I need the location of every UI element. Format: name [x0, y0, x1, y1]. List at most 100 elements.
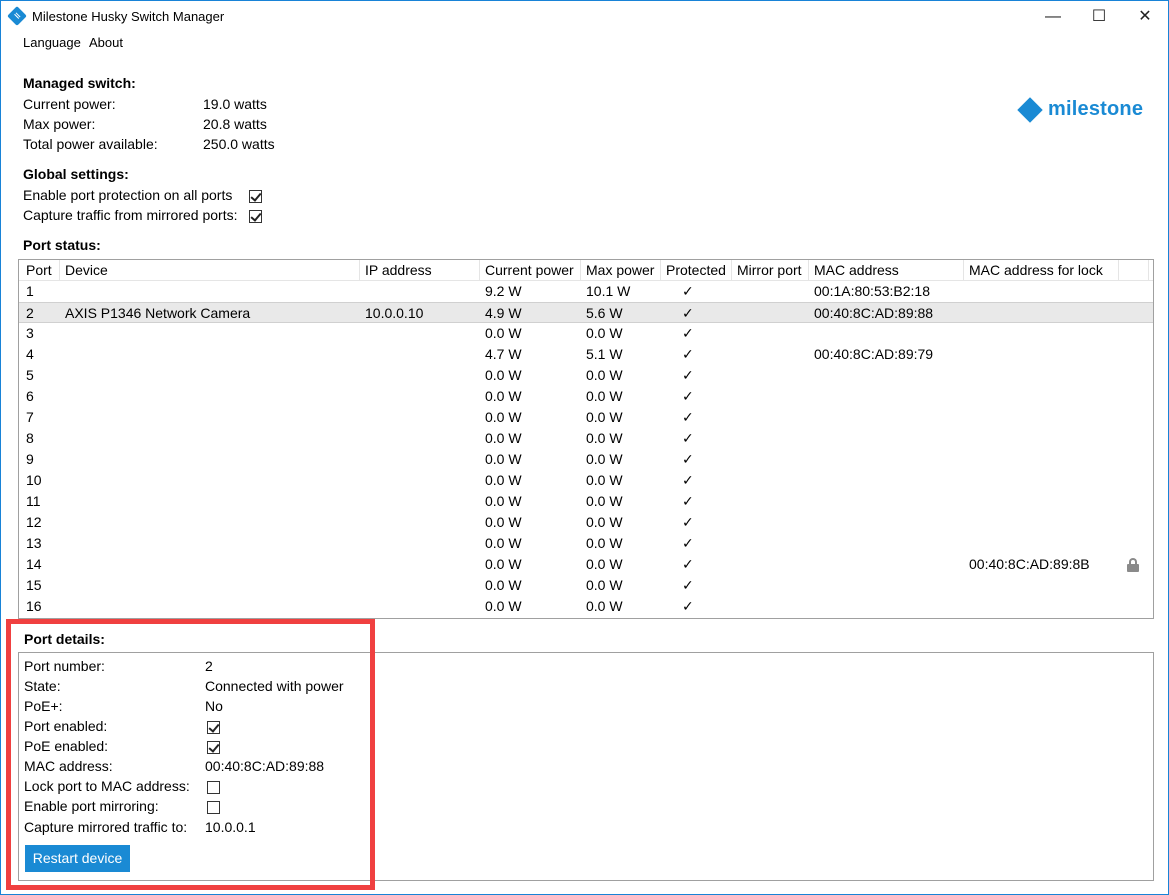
cell-current-power: 0.0 W: [485, 493, 522, 509]
table-row[interactable]: 8 0.0 W 0.0 W ✓: [19, 428, 1153, 449]
cell-ip: [360, 512, 365, 533]
cell-mac-lock: [964, 491, 969, 512]
table-row[interactable]: 9 0.0 W 0.0 W ✓: [19, 449, 1153, 470]
table-row[interactable]: 15 0.0 W 0.0 W ✓: [19, 575, 1153, 596]
cell-port: 15: [26, 577, 42, 593]
cell-mac: [809, 596, 814, 617]
cell-device: [60, 428, 65, 449]
cell-port: 6: [26, 388, 34, 404]
menu-language[interactable]: Language: [23, 35, 81, 50]
lock-icon[interactable]: [1127, 558, 1139, 572]
table-row[interactable]: 13 0.0 W 0.0 W ✓: [19, 533, 1153, 554]
table-row[interactable]: 10 0.0 W 0.0 W ✓: [19, 470, 1153, 491]
max-power-label: Max power:: [23, 116, 96, 132]
table-row[interactable]: 11 0.0 W 0.0 W ✓: [19, 491, 1153, 512]
cell-current-power: 4.7 W: [485, 346, 522, 362]
cell-max-power: 0.0 W: [586, 535, 623, 551]
total-power-value: 250.0 watts: [203, 136, 275, 152]
table-row[interactable]: 12 0.0 W 0.0 W ✓: [19, 512, 1153, 533]
table-row[interactable]: 5 0.0 W 0.0 W ✓: [19, 365, 1153, 386]
cell-current-power: 0.0 W: [485, 367, 522, 383]
port-protection-checkbox[interactable]: [249, 190, 262, 203]
col-device[interactable]: Device: [60, 260, 360, 281]
cell-device: [60, 344, 65, 365]
menu-about[interactable]: About: [89, 35, 123, 50]
cell-mirror-port: [732, 554, 737, 575]
minimize-button[interactable]: —: [1030, 1, 1076, 32]
cell-device: AXIS P1346 Network Camera: [65, 305, 251, 321]
col-protected[interactable]: Protected: [661, 260, 732, 281]
cell-port: 4: [26, 346, 34, 362]
cell-ip: [360, 344, 365, 365]
cell-mirror-port: [732, 323, 737, 344]
cell-protected: ✓: [682, 409, 694, 425]
cell-mac: [809, 449, 814, 470]
table-row[interactable]: 4 4.7 W 5.1 W ✓ 00:40:8C:AD:89:79: [19, 344, 1153, 365]
cell-mirror-port: [732, 470, 737, 491]
capture-traffic-checkbox[interactable]: [249, 210, 262, 223]
cell-max-power: 0.0 W: [586, 430, 623, 446]
cell-mac: [809, 365, 814, 386]
port-status-grid[interactable]: Port Device IP address Current power Max…: [18, 259, 1154, 619]
cell-protected: ✓: [682, 514, 694, 530]
table-row[interactable]: 1 9.2 W 10.1 W ✓ 00:1A:80:53:B2:18: [19, 281, 1153, 302]
cell-device: [60, 533, 65, 554]
cell-mac-lock: [964, 512, 969, 533]
cell-device: [60, 512, 65, 533]
capture-traffic-label: Capture traffic from mirrored ports:: [23, 207, 238, 223]
col-mac[interactable]: MAC address: [809, 260, 964, 281]
table-row[interactable]: 7 0.0 W 0.0 W ✓: [19, 407, 1153, 428]
cell-ip: [360, 491, 365, 512]
table-row[interactable]: 2 AXIS P1346 Network Camera 10.0.0.10 4.9 W…: [19, 302, 1153, 323]
title-bar[interactable]: Milestone Husky Switch Manager — ☐ ✕: [1, 1, 1168, 32]
maximize-button[interactable]: ☐: [1076, 1, 1122, 32]
cell-mac-lock: [964, 407, 969, 428]
cell-ip: [360, 428, 365, 449]
cell-ip: [360, 365, 365, 386]
cell-device: [60, 491, 65, 512]
table-row[interactable]: 3 0.0 W 0.0 W ✓: [19, 323, 1153, 344]
cell-protected: ✓: [682, 472, 694, 488]
window-title: Milestone Husky Switch Manager: [32, 9, 225, 24]
cell-protected: ✓: [682, 430, 694, 446]
table-row[interactable]: 14 0.0 W 0.0 W ✓ 00:40:8C:AD:89:8B: [19, 554, 1153, 575]
cell-device: [60, 554, 65, 575]
cell-port: 14: [26, 556, 42, 572]
cell-protected: ✓: [682, 556, 694, 572]
cell-mirror-port: [732, 491, 737, 512]
cell-ip: [360, 449, 365, 470]
cell-port: 1: [26, 283, 34, 299]
cell-protected: ✓: [682, 577, 694, 593]
cell-mac: [809, 512, 814, 533]
current-power-value: 19.0 watts: [203, 96, 267, 112]
table-row[interactable]: 16 0.0 W 0.0 W ✓: [19, 596, 1153, 617]
cell-mirror-port: [732, 449, 737, 470]
col-port[interactable]: Port: [21, 260, 60, 281]
table-row[interactable]: 6 0.0 W 0.0 W ✓: [19, 386, 1153, 407]
cell-ip: [360, 323, 365, 344]
cell-mac-lock: [964, 596, 969, 617]
col-mirror-port[interactable]: Mirror port: [732, 260, 809, 281]
col-lock-icon: [1119, 260, 1149, 281]
cell-mac: [809, 386, 814, 407]
cell-mirror-port: [732, 428, 737, 449]
cell-current-power: 0.0 W: [485, 514, 522, 530]
col-max-power[interactable]: Max power: [581, 260, 661, 281]
cell-ip: [360, 575, 365, 596]
cell-max-power: 0.0 W: [586, 556, 623, 572]
cell-device: [60, 281, 65, 302]
cell-mirror-port: [732, 575, 737, 596]
col-current-power[interactable]: Current power: [480, 260, 581, 281]
cell-mirror-port: [732, 365, 737, 386]
close-button[interactable]: ✕: [1122, 1, 1168, 32]
cell-ip: [360, 596, 365, 617]
cell-current-power: 0.0 W: [485, 409, 522, 425]
cell-current-power: 0.0 W: [485, 388, 522, 404]
current-power-label: Current power:: [23, 96, 116, 112]
cell-current-power: 0.0 W: [485, 556, 522, 572]
cell-current-power: 0.0 W: [485, 598, 522, 614]
col-ip[interactable]: IP address: [360, 260, 480, 281]
cell-max-power: 5.6 W: [586, 305, 623, 321]
col-mac-lock[interactable]: MAC address for lock: [964, 260, 1119, 281]
cell-max-power: 0.0 W: [586, 409, 623, 425]
